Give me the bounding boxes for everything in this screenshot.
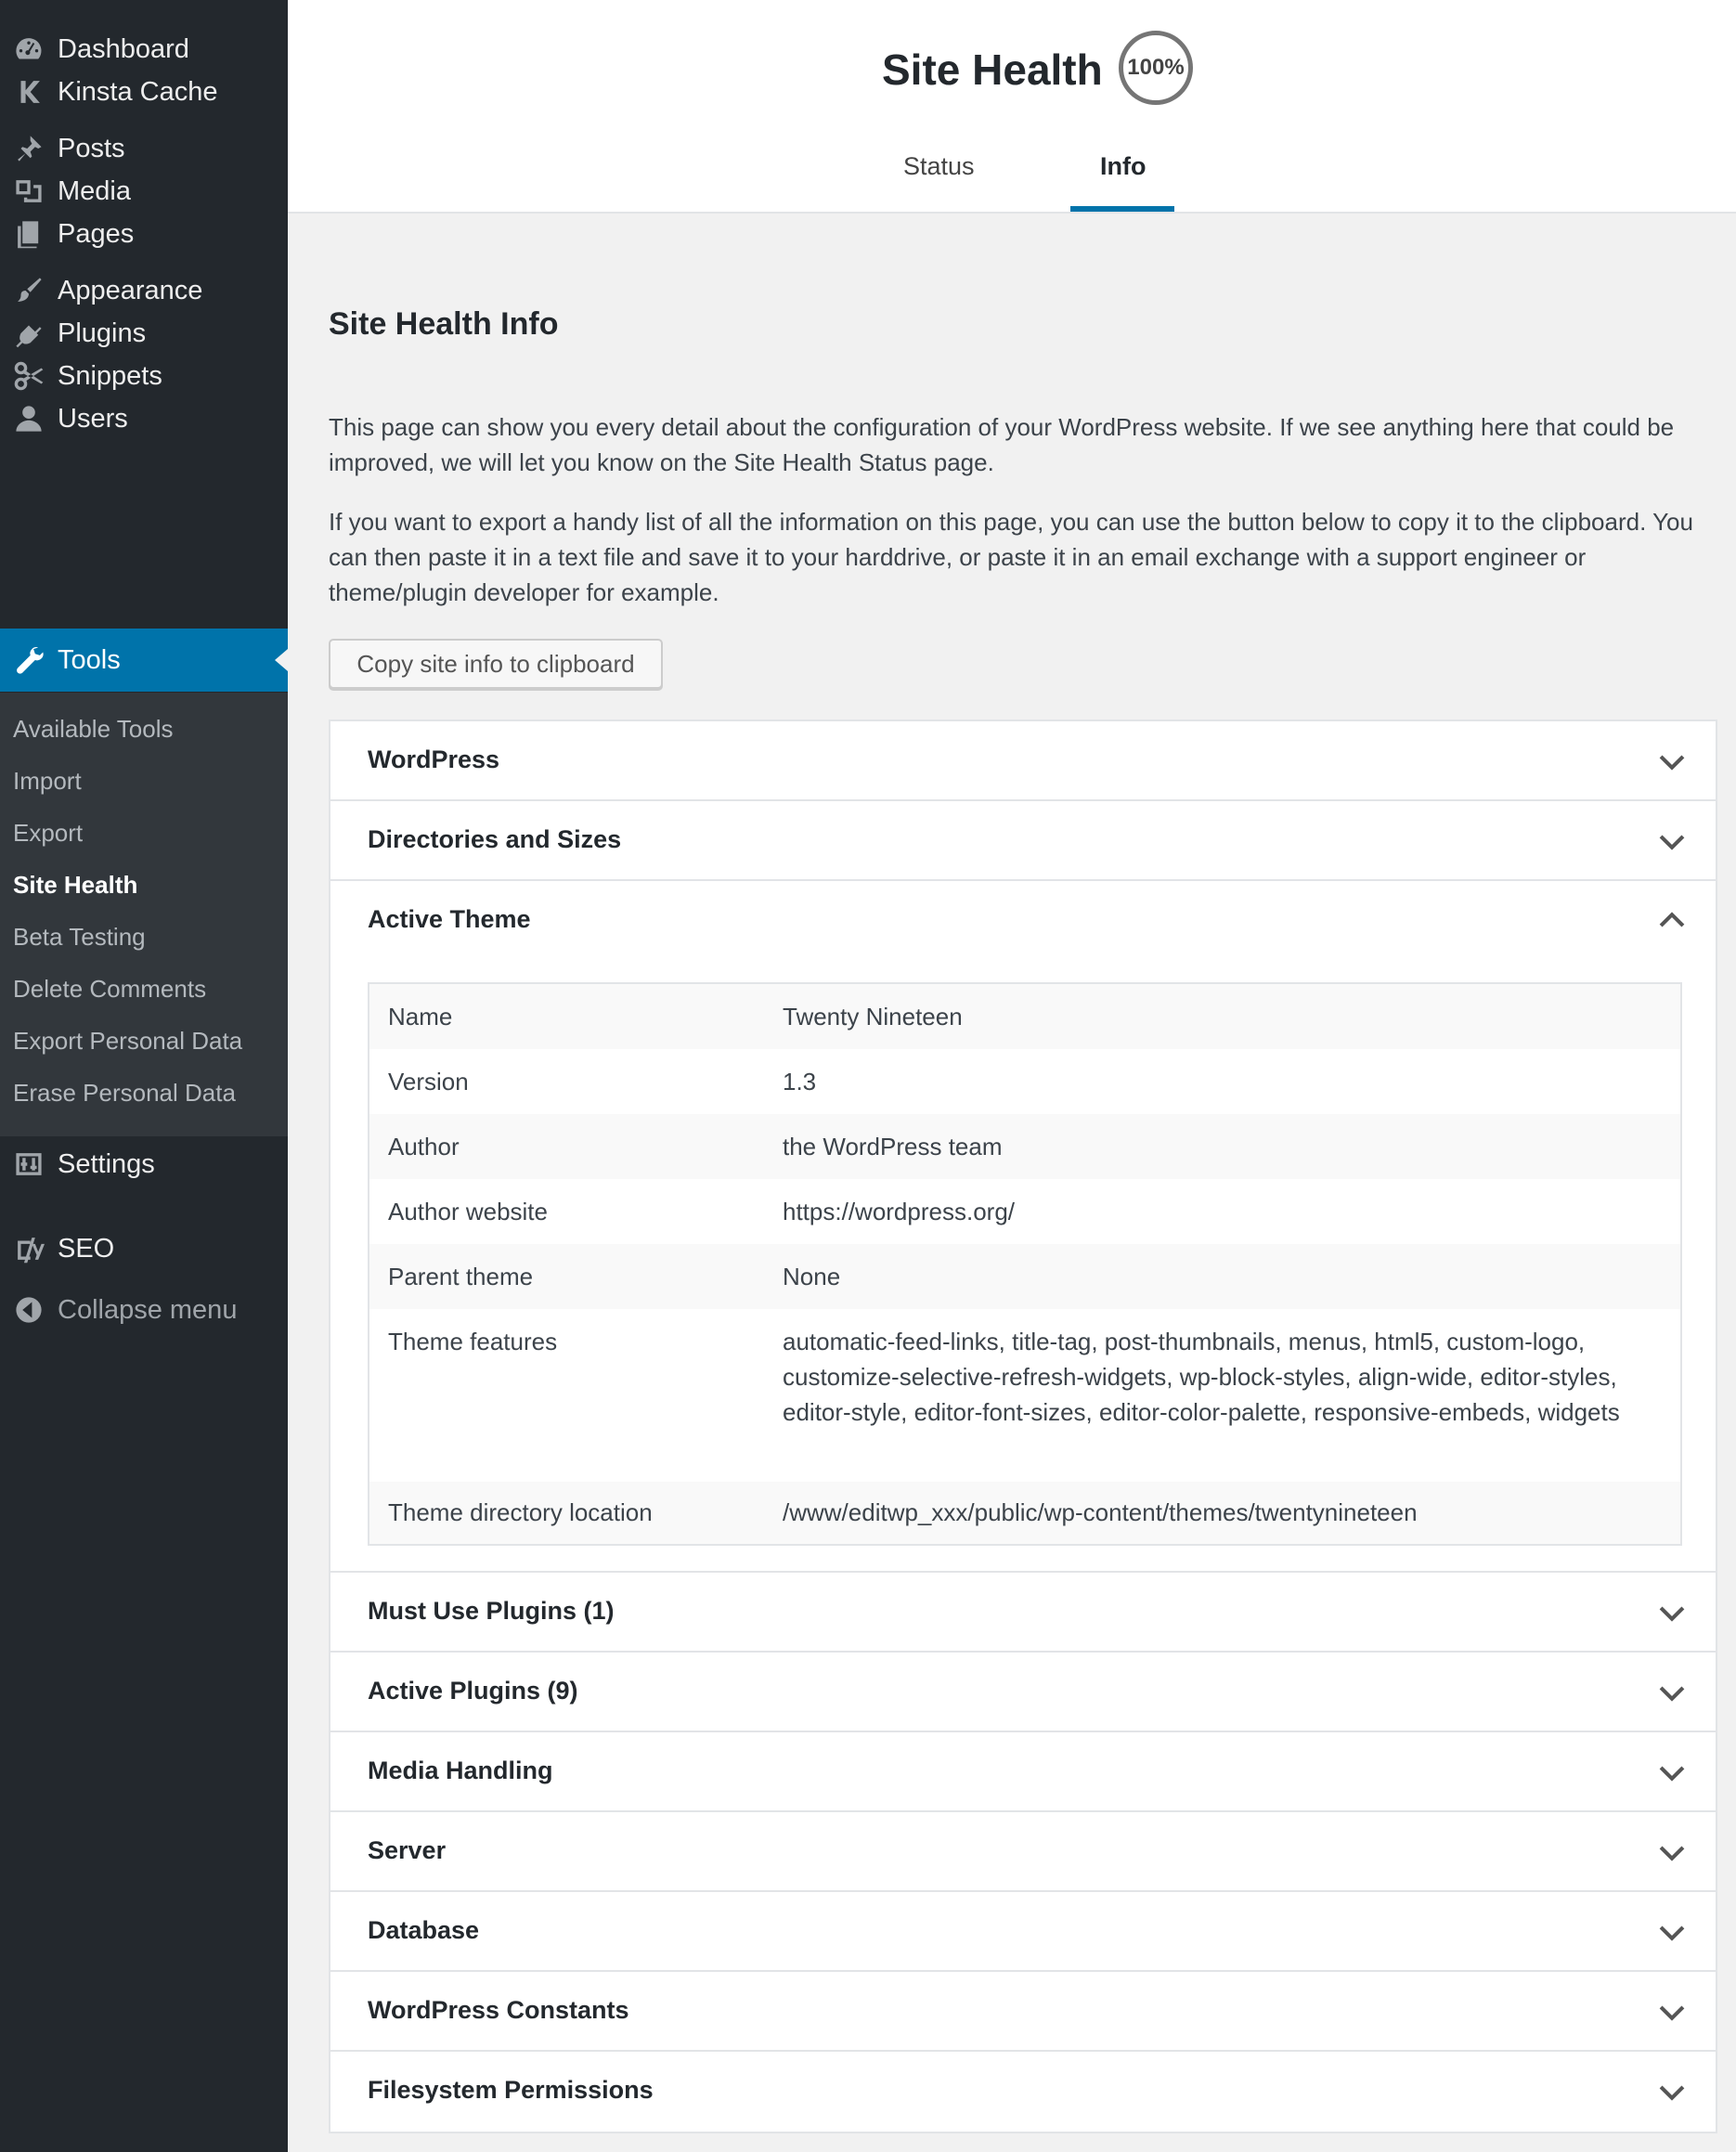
accordion-label: Filesystem Permissions (368, 2076, 654, 2104)
accordion-label: Server (368, 1836, 447, 1864)
collapse-arrow-icon (0, 1278, 58, 1342)
menu-label: Kinsta Cache (58, 76, 218, 107)
table-row: Theme features automatic-feed-links, tit… (369, 1309, 1680, 1482)
accordion-must-use-plugins[interactable]: Must Use Plugins (1) (330, 1573, 1716, 1653)
chevron-up-icon (1659, 912, 1685, 927)
active-tab-indicator (1070, 206, 1174, 212)
submenu-item[interactable]: Erase Personal Data (13, 1079, 236, 1108)
active-theme-details-table: Name Twenty Nineteen Version 1.3 Author … (368, 982, 1682, 1546)
row-value: automatic-feed-links, title-tag, post-th… (783, 1328, 1620, 1426)
row-key: Author (388, 1133, 460, 1160)
menu-label: Settings (58, 1148, 155, 1179)
chevron-down-icon (1659, 1686, 1685, 1702)
sliders-icon (0, 1133, 58, 1196)
chevron-down-icon (1659, 1925, 1685, 1941)
user-icon (0, 387, 58, 450)
row-value: 1.3 (783, 1068, 817, 1095)
health-score-badge: 100% (1119, 31, 1193, 105)
menu-label: Tools (58, 644, 121, 675)
submenu-item[interactable]: Export Personal Data (13, 1027, 242, 1056)
row-key: Theme features (388, 1328, 558, 1355)
table-row: Author the WordPress team (369, 1114, 1680, 1179)
copy-site-info-button[interactable]: Copy site info to clipboard (329, 639, 663, 689)
pages-icon (0, 202, 58, 266)
row-key: Theme directory location (388, 1498, 653, 1526)
table-row: Theme directory location /www/editwp_xxx… (369, 1482, 1680, 1544)
row-key: Name (388, 1003, 453, 1031)
menu-tools[interactable]: Tools (0, 629, 288, 692)
chevron-down-icon (1659, 755, 1685, 771)
chevron-down-icon (1659, 2085, 1685, 2101)
accordion-label: Media Handling (368, 1757, 553, 1784)
admin-sidebar: Dashboard Kinsta Cache Posts Media Pages… (0, 0, 288, 2152)
row-value: /www/editwp_xxx/public/wp-content/themes… (783, 1498, 1418, 1526)
row-key: Version (388, 1068, 469, 1095)
export-paragraph: If you want to export a handy list of al… (329, 508, 1693, 606)
accordion-label: Directories and Sizes (368, 825, 622, 853)
wrench-icon (0, 629, 58, 692)
table-row: Parent theme None (369, 1244, 1680, 1309)
accordion-database[interactable]: Database (330, 1892, 1716, 1972)
accordion-filesystem-permissions[interactable]: Filesystem Permissions (330, 2052, 1716, 2132)
accordion-directories-and-sizes[interactable]: Directories and Sizes (330, 801, 1716, 881)
row-value: https://wordpress.org/ (783, 1198, 1015, 1225)
intro-paragraph: This page can show you every detail abou… (329, 413, 1675, 476)
health-score-value: 100% (1127, 55, 1185, 80)
submenu-item[interactable]: Delete Comments (13, 975, 206, 1004)
submenu-item[interactable]: Export (13, 819, 83, 848)
row-value: Twenty Nineteen (783, 1003, 963, 1031)
table-row: Author website https://wordpress.org/ (369, 1179, 1680, 1244)
chevron-down-icon (1659, 2005, 1685, 2021)
accordion-active-plugins[interactable]: Active Plugins (9) (330, 1653, 1716, 1732)
table-row: Name Twenty Nineteen (369, 984, 1680, 1049)
submenu-item[interactable]: Import (13, 767, 82, 796)
row-value: None (783, 1263, 841, 1290)
accordion-server[interactable]: Server (330, 1812, 1716, 1892)
row-key: Parent theme (388, 1263, 534, 1290)
table-row: Version 1.3 (369, 1049, 1680, 1114)
accordion-label: Must Use Plugins (1) (368, 1597, 615, 1625)
submenu-item[interactable]: Beta Testing (13, 923, 146, 952)
accordion-label: WordPress Constants (368, 1996, 629, 2024)
yoast-icon (0, 1217, 58, 1280)
accordion-label: WordPress (368, 745, 500, 773)
menu-label: Users (58, 403, 128, 434)
accordion-label: Database (368, 1916, 480, 1944)
tools-submenu: Available Tools Import Export Site Healt… (0, 693, 288, 1136)
accordion-media-handling[interactable]: Media Handling (330, 1732, 1716, 1812)
accordion-active-theme[interactable]: Active Theme Name Twenty Nineteen Versio… (330, 881, 1716, 1573)
menu-label: Collapse menu (58, 1294, 238, 1325)
menu-users[interactable]: Users (0, 387, 288, 450)
accordion-label: Active Theme (368, 905, 531, 933)
site-health-accordion: WordPress Directories and Sizes Active T… (329, 719, 1717, 2133)
tab-status[interactable]: Status (903, 152, 975, 181)
menu-seo[interactable]: SEO (0, 1217, 288, 1280)
chevron-down-icon (1659, 1766, 1685, 1782)
menu-settings[interactable]: Settings (0, 1133, 288, 1196)
kinsta-icon (0, 60, 58, 123)
accordion-wordpress[interactable]: WordPress (330, 721, 1716, 801)
menu-label: SEO (58, 1233, 115, 1264)
tab-info[interactable]: Info (1100, 152, 1146, 181)
menu-label: Pages (58, 218, 135, 249)
site-health-header: Site Health 100% Status Info (288, 0, 1736, 214)
submenu-item[interactable]: Available Tools (13, 715, 174, 744)
menu-pages[interactable]: Pages (0, 202, 288, 266)
row-value: the WordPress team (783, 1133, 1003, 1160)
section-heading: Site Health Info (329, 306, 559, 342)
row-key: Author website (388, 1198, 548, 1225)
accordion-wordpress-constants[interactable]: WordPress Constants (330, 1972, 1716, 2052)
collapse-menu-button[interactable]: Collapse menu (0, 1278, 288, 1342)
chevron-down-icon (1659, 835, 1685, 850)
page-title: Site Health (882, 45, 1103, 94)
chevron-down-icon (1659, 1846, 1685, 1861)
accordion-label: Active Plugins (9) (368, 1677, 578, 1705)
chevron-down-icon (1659, 1606, 1685, 1622)
submenu-item-current[interactable]: Site Health (13, 871, 137, 900)
menu-kinsta-cache[interactable]: Kinsta Cache (0, 60, 288, 123)
